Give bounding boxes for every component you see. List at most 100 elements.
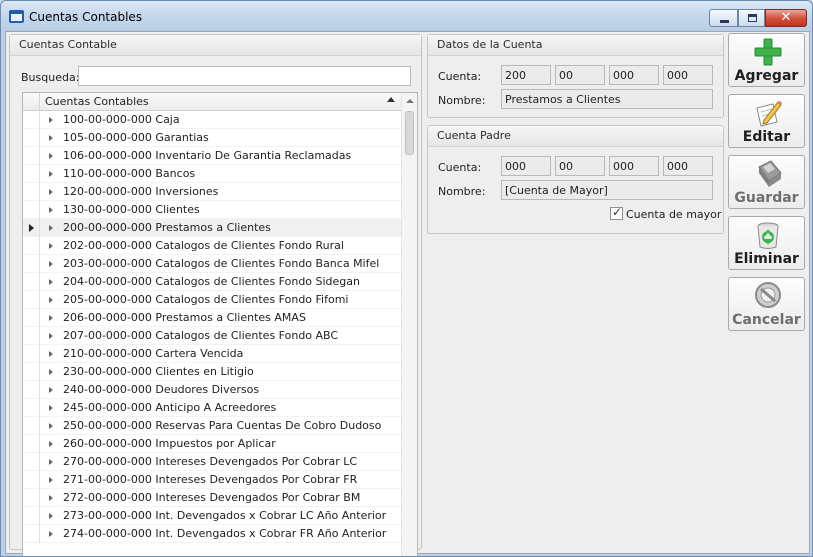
table-row[interactable]: 100-00-000-000 Caja [23, 111, 401, 129]
expand-arrow-icon[interactable] [49, 477, 53, 483]
parent-name-field[interactable] [501, 180, 713, 200]
expand-arrow-icon[interactable] [49, 369, 53, 375]
title-bar[interactable]: Cuentas Contables ✕ [1, 1, 812, 31]
row-indicator[interactable] [23, 471, 40, 489]
expand-arrow-icon[interactable] [49, 531, 53, 537]
row-indicator[interactable] [23, 453, 40, 471]
row-indicator[interactable] [23, 201, 40, 219]
expand-arrow-icon[interactable] [49, 153, 53, 159]
table-row[interactable]: 130-00-000-000 Clientes [23, 201, 401, 219]
row-indicator[interactable] [23, 129, 40, 147]
table-row[interactable]: 271-00-000-000 Intereses Devengados Por … [23, 471, 401, 489]
parent-code-part-4[interactable] [663, 156, 713, 176]
table-row[interactable]: 205-00-000-000 Catalogos de Clientes Fon… [23, 291, 401, 309]
table-row[interactable]: 274-00-000-000 Int. Devengados x Cobrar … [23, 525, 401, 543]
parent-code-part-3[interactable] [609, 156, 659, 176]
scroll-thumb[interactable] [405, 111, 414, 155]
table-row[interactable]: 272-00-000-000 Intereses Devengados Por … [23, 489, 401, 507]
row-indicator[interactable] [23, 489, 40, 507]
row-indicator[interactable] [23, 309, 40, 327]
expand-arrow-icon[interactable] [49, 495, 53, 501]
parent-code-part-2[interactable] [555, 156, 605, 176]
expand-arrow-icon[interactable] [49, 351, 53, 357]
row-indicator[interactable] [23, 237, 40, 255]
expand-arrow-icon[interactable] [49, 135, 53, 141]
row-indicator[interactable] [23, 345, 40, 363]
table-row[interactable]: 105-00-000-000 Garantias [23, 129, 401, 147]
delete-button[interactable]: Eliminar [728, 216, 805, 270]
table-row[interactable]: 240-00-000-000 Deudores Diversos [23, 381, 401, 399]
edit-button[interactable]: Editar [728, 94, 805, 148]
account-code-part-3[interactable] [609, 65, 659, 85]
table-row[interactable]: 230-00-000-000 Clientes en Litigio [23, 363, 401, 381]
sort-ascending-icon[interactable] [387, 97, 395, 102]
row-indicator[interactable] [23, 399, 40, 417]
account-code-part-4[interactable] [663, 65, 713, 85]
cancel-button[interactable]: Cancelar [728, 277, 805, 331]
table-row[interactable]: 207-00-000-000 Catalogos de Clientes Fon… [23, 327, 401, 345]
major-account-checkbox[interactable] [610, 205, 623, 220]
vertical-scrollbar[interactable] [401, 93, 417, 556]
expand-arrow-icon[interactable] [49, 315, 53, 321]
row-indicator[interactable] [23, 273, 40, 291]
expand-arrow-icon[interactable] [49, 423, 53, 429]
account-name-field[interactable] [501, 89, 713, 109]
table-row[interactable]: 120-00-000-000 Inversiones [23, 183, 401, 201]
expand-arrow-icon[interactable] [49, 225, 53, 231]
table-row[interactable]: 206-00-000-000 Prestamos a Clientes AMAS [23, 309, 401, 327]
parent-code-part-1[interactable] [501, 156, 551, 176]
row-indicator[interactable] [23, 525, 40, 543]
row-indicator[interactable] [23, 381, 40, 399]
expand-arrow-icon[interactable] [49, 405, 53, 411]
row-indicator[interactable] [23, 183, 40, 201]
expand-arrow-icon[interactable] [49, 387, 53, 393]
row-indicator[interactable] [23, 507, 40, 525]
major-account-label[interactable]: Cuenta de mayor [626, 208, 721, 221]
account-code-part-1[interactable] [501, 65, 551, 85]
table-row[interactable]: 204-00-000-000 Catalogos de Clientes Fon… [23, 273, 401, 291]
expand-arrow-icon[interactable] [49, 171, 53, 177]
window-title: Cuentas Contables [29, 10, 143, 24]
expand-arrow-icon[interactable] [49, 297, 53, 303]
table-row[interactable]: 260-00-000-000 Impuestos por Aplicar [23, 435, 401, 453]
expand-arrow-icon[interactable] [49, 189, 53, 195]
search-input[interactable] [78, 66, 411, 86]
table-row[interactable]: 110-00-000-000 Bancos [23, 165, 401, 183]
row-indicator[interactable] [23, 327, 40, 345]
add-button[interactable]: Agregar [728, 33, 805, 87]
close-button[interactable]: ✕ [765, 9, 807, 27]
table-row[interactable]: 245-00-000-000 Anticipo A Acreedores [23, 399, 401, 417]
row-indicator[interactable] [23, 111, 40, 129]
expand-arrow-icon[interactable] [49, 513, 53, 519]
scroll-up-icon[interactable] [406, 99, 414, 103]
row-indicator[interactable] [23, 417, 40, 435]
expand-arrow-icon[interactable] [49, 207, 53, 213]
table-row[interactable]: 203-00-000-000 Catalogos de Clientes Fon… [23, 255, 401, 273]
table-row[interactable]: 250-00-000-000 Reservas Para Cuentas De … [23, 417, 401, 435]
row-indicator[interactable] [23, 435, 40, 453]
row-indicator[interactable] [23, 291, 40, 309]
expand-arrow-icon[interactable] [49, 459, 53, 465]
expand-arrow-icon[interactable] [49, 261, 53, 267]
account-code-part-2[interactable] [555, 65, 605, 85]
table-row[interactable]: 273-00-000-000 Int. Devengados x Cobrar … [23, 507, 401, 525]
row-indicator[interactable] [23, 147, 40, 165]
table-row[interactable]: 200-00-000-000 Prestamos a Clientes [23, 219, 401, 237]
expand-arrow-icon[interactable] [49, 441, 53, 447]
minimize-button[interactable] [709, 9, 738, 27]
row-indicator[interactable] [23, 255, 40, 273]
table-row[interactable]: 202-00-000-000 Catalogos de Clientes Fon… [23, 237, 401, 255]
table-row[interactable]: 210-00-000-000 Cartera Vencida [23, 345, 401, 363]
row-indicator[interactable] [23, 363, 40, 381]
expand-arrow-icon[interactable] [49, 243, 53, 249]
table-row[interactable]: 270-00-000-000 Intereses Devengados Por … [23, 453, 401, 471]
expand-arrow-icon[interactable] [49, 279, 53, 285]
maximize-button[interactable] [738, 9, 765, 27]
table-row[interactable]: 106-00-000-000 Inventario De Garantia Re… [23, 147, 401, 165]
row-indicator[interactable] [23, 165, 40, 183]
expand-arrow-icon[interactable] [49, 117, 53, 123]
save-button[interactable]: Guardar [728, 155, 805, 209]
row-selector-icon[interactable] [23, 219, 40, 237]
expand-arrow-icon[interactable] [49, 333, 53, 339]
grid-column-header[interactable]: Cuentas Contables [45, 95, 149, 108]
